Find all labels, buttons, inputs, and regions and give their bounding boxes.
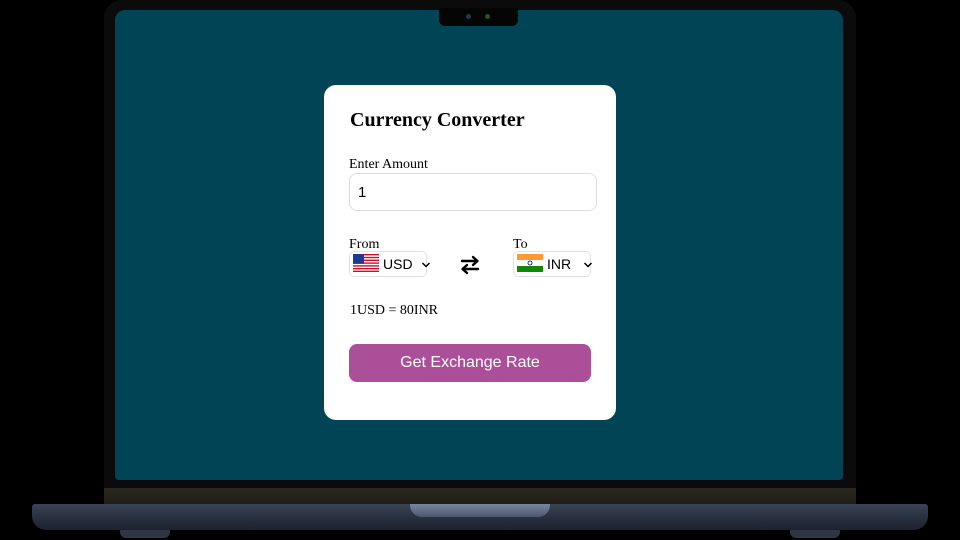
to-currency-select[interactable]: INR: [513, 251, 593, 277]
chevron-down-icon: [421, 256, 431, 272]
from-currency-select[interactable]: USD: [349, 251, 430, 277]
converter-card: Currency Converter Enter Amount From USD: [324, 85, 616, 420]
india-flag-icon: [517, 253, 543, 275]
page-title: Currency Converter: [350, 109, 525, 131]
exchange-rate-text: 1USD = 80INR: [350, 303, 439, 318]
camera-indicator-icon: [485, 14, 490, 19]
chevron-down-icon: [583, 256, 593, 272]
camera-icon: [466, 14, 471, 19]
us-flag-icon: [353, 253, 379, 275]
amount-label: Enter Amount: [349, 157, 428, 172]
get-exchange-rate-button[interactable]: Get Exchange Rate: [349, 344, 591, 382]
swap-arrows-icon[interactable]: [458, 253, 482, 277]
camera-notch: [439, 8, 518, 26]
laptop-foot: [120, 530, 170, 538]
to-currency-value: INR: [547, 256, 572, 272]
laptop-foot: [790, 530, 840, 538]
trackpad-notch: [410, 504, 550, 517]
amount-input[interactable]: [349, 173, 597, 211]
from-currency-value: USD: [383, 256, 413, 272]
laptop-screen: Currency Converter Enter Amount From USD: [115, 10, 843, 480]
